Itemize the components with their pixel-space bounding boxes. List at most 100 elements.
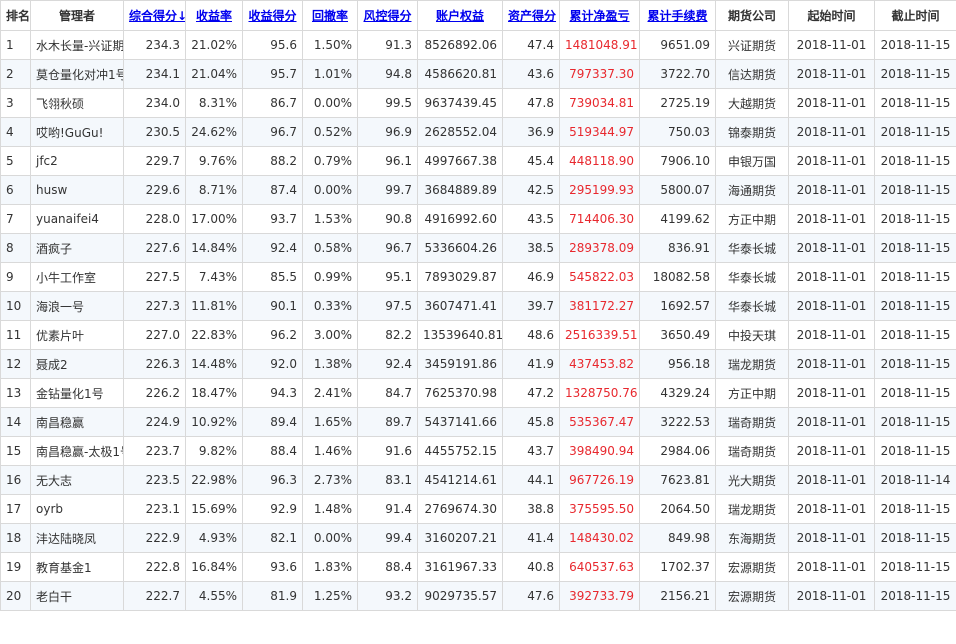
return-rate-cell: 4.55%	[185, 581, 243, 611]
rank-cell: 14	[0, 407, 31, 437]
start-date-cell: 2018-11-01	[788, 494, 875, 524]
futures-company-cell: 中投天琪	[715, 320, 789, 350]
account-equity-cell: 7893029.87	[417, 262, 503, 292]
table-row[interactable]: 11 优素片叶 227.0 22.83% 96.2 3.00% 82.2 13539640.8…	[0, 320, 956, 350]
manager-cell: 莫仓量化对冲1号	[30, 59, 124, 89]
header-asset-score-label[interactable]: 资产得分	[508, 9, 556, 23]
manager-cell: 小牛工作室	[30, 262, 124, 292]
rank-cell: 8	[0, 233, 31, 263]
start-date-cell: 2018-11-01	[788, 175, 875, 205]
end-date-cell: 2018-11-14	[874, 465, 956, 495]
table-row[interactable]: 16 无大志 223.5 22.98% 96.3 2.73% 83.1 4541214.61 4…	[0, 465, 956, 495]
header-drawdown-rate-label[interactable]: 回撤率	[312, 9, 348, 23]
header-risk-score[interactable]: 风控得分	[357, 0, 418, 31]
table-row[interactable]: 4 哎哟!GuGu! 230.5 24.62% 96.7 0.52% 96.9 2628552…	[0, 117, 956, 147]
header-account-equity-label[interactable]: 账户权益	[436, 9, 484, 23]
drawdown-rate-cell: 3.00%	[302, 320, 358, 350]
account-equity-cell: 3684889.89	[417, 175, 503, 205]
return-rate-cell: 9.76%	[185, 146, 243, 176]
header-return-score[interactable]: 收益得分	[242, 0, 303, 31]
table-row[interactable]: 1水木长量-兴证期货234.321.02%95.61.50%91.3852689…	[0, 30, 956, 60]
table-row[interactable]: 15 南昌稳赢-太极1号 223.7 9.82% 88.4 1.46% 91.6 445575…	[0, 436, 956, 466]
asset-score-cell: 38.8	[502, 494, 560, 524]
start-date-cell: 2018-11-01	[788, 465, 875, 495]
risk-score-cell: 84.7	[357, 378, 418, 408]
table-row[interactable]: 14 南昌稳赢 224.9 10.92% 89.4 1.65% 89.7 5437141.66…	[0, 407, 956, 437]
header-asset-score[interactable]: 资产得分	[502, 0, 560, 31]
table-row[interactable]: 19 教育基金1 222.8 16.84% 93.6 1.83% 88.4 3161967.3…	[0, 552, 956, 582]
futures-company-cell: 方正中期	[715, 378, 789, 408]
table-row[interactable]: 8 酒疯子 227.6 14.84% 92.4 0.58% 96.7 5336604.26 38…	[0, 233, 956, 263]
start-date-cell: 2018-11-01	[788, 523, 875, 553]
end-date-cell: 2018-11-15	[874, 523, 956, 553]
header-total-score[interactable]: 综合得分↓	[123, 0, 186, 31]
futures-company-cell: 信达期货	[715, 59, 789, 89]
drawdown-rate-cell: 1.48%	[302, 494, 358, 524]
total-score-cell: 224.9	[123, 407, 186, 437]
account-equity-cell: 4541214.61	[417, 465, 503, 495]
table-row[interactable]: 9 小牛工作室 227.5 7.43% 85.5 0.99% 95.1 7893029.87 4…	[0, 262, 956, 292]
rank-cell: 7	[0, 204, 31, 234]
cumulative-pnl-cell: 1481048.91	[559, 30, 640, 60]
table-row[interactable]: 10 海浪一号 227.3 11.81% 90.1 0.33% 97.5 3607471.41…	[0, 291, 956, 321]
header-futures-company-label: 期货公司	[727, 9, 776, 23]
cumulative-pnl-cell: 437453.82	[559, 349, 640, 379]
cumulative-fee-cell: 7623.81	[639, 465, 716, 495]
header-risk-score-label[interactable]: 风控得分	[363, 9, 411, 23]
table-row[interactable]: 17 oyrb 223.1 15.69% 92.9 1.48% 91.4 2769674.30…	[0, 494, 956, 524]
asset-score-cell: 43.6	[502, 59, 560, 89]
account-equity-cell: 9637439.45	[417, 88, 503, 118]
manager-cell: 教育基金1	[30, 552, 124, 582]
return-rate-cell: 10.92%	[185, 407, 243, 437]
drawdown-rate-cell: 1.25%	[302, 581, 358, 611]
table-row[interactable]: 7 yuanaifei4 228.0 17.00% 93.7 1.53% 90.8 49169…	[0, 204, 956, 234]
table-row[interactable]: 3 飞翎秋硕 234.0 8.31% 86.7 0.00% 99.5 9637439.45 47…	[0, 88, 956, 118]
table-row[interactable]: 18 沣达陆晓凤 222.9 4.93% 82.1 0.00% 99.4 3160207.21…	[0, 523, 956, 553]
return-score-cell: 96.3	[242, 465, 303, 495]
return-score-cell: 87.4	[242, 175, 303, 205]
table-row[interactable]: 12 聂成2 226.3 14.48% 92.0 1.38% 92.4 3459191.86 4…	[0, 349, 956, 379]
manager-cell: 沣达陆晓凤	[30, 523, 124, 553]
header-end-date: 截止时间	[874, 0, 956, 31]
cumulative-pnl-cell: 295199.93	[559, 175, 640, 205]
table-row[interactable]: 13 金钻量化1号 226.2 18.47% 94.3 2.41% 84.7 7625370.…	[0, 378, 956, 408]
risk-score-cell: 91.3	[357, 30, 418, 60]
drawdown-rate-cell: 0.00%	[302, 523, 358, 553]
header-return-rate-label[interactable]: 收益率	[196, 9, 232, 23]
header-return-rate[interactable]: 收益率	[185, 0, 243, 31]
table-row[interactable]: 20 老白干 222.7 4.55% 81.9 1.25% 93.2 9029735.57 47…	[0, 581, 956, 611]
header-return-score-label[interactable]: 收益得分	[248, 9, 296, 23]
header-cumulative-fee[interactable]: 累计手续费	[639, 0, 716, 31]
header-account-equity[interactable]: 账户权益	[417, 0, 503, 31]
rank-cell: 20	[0, 581, 31, 611]
header-total-score-label[interactable]: 综合得分↓	[129, 9, 185, 23]
table-row[interactable]: 2 莫仓量化对冲1号 234.1 21.04% 95.7 1.01% 94.8 4586620…	[0, 59, 956, 89]
account-equity-cell: 13539640.81	[417, 320, 503, 350]
risk-score-cell: 91.4	[357, 494, 418, 524]
header-cumulative-pnl[interactable]: 累计净盈亏	[559, 0, 640, 31]
table-row[interactable]: 5 jfc2 229.7 9.76% 88.2 0.79% 96.1 4997667.38 45…	[0, 146, 956, 176]
start-date-cell: 2018-11-01	[788, 204, 875, 234]
asset-score-cell: 38.5	[502, 233, 560, 263]
header-cumulative-pnl-label[interactable]: 累计净盈亏	[569, 9, 629, 23]
total-score-cell: 230.5	[123, 117, 186, 147]
asset-score-cell: 47.4	[502, 30, 560, 60]
total-score-cell: 234.3	[123, 30, 186, 60]
futures-company-cell: 瑞奇期货	[715, 407, 789, 437]
asset-score-cell: 47.2	[502, 378, 560, 408]
drawdown-rate-cell: 2.41%	[302, 378, 358, 408]
table-row[interactable]: 6 husw 229.6 8.71% 87.4 0.00% 99.7 3684889.89 42…	[0, 175, 956, 205]
start-date-cell: 2018-11-01	[788, 581, 875, 611]
header-drawdown-rate[interactable]: 回撤率	[302, 0, 358, 31]
return-score-cell: 95.6	[242, 30, 303, 60]
total-score-cell: 222.8	[123, 552, 186, 582]
return-score-cell: 92.0	[242, 349, 303, 379]
risk-score-cell: 82.2	[357, 320, 418, 350]
header-end-date-label: 截止时间	[891, 9, 940, 23]
return-score-cell: 86.7	[242, 88, 303, 118]
risk-score-cell: 93.2	[357, 581, 418, 611]
header-cumulative-fee-label[interactable]: 累计手续费	[647, 9, 707, 23]
account-equity-cell: 3459191.86	[417, 349, 503, 379]
header-futures-company: 期货公司	[715, 0, 789, 31]
account-equity-cell: 3161967.33	[417, 552, 503, 582]
